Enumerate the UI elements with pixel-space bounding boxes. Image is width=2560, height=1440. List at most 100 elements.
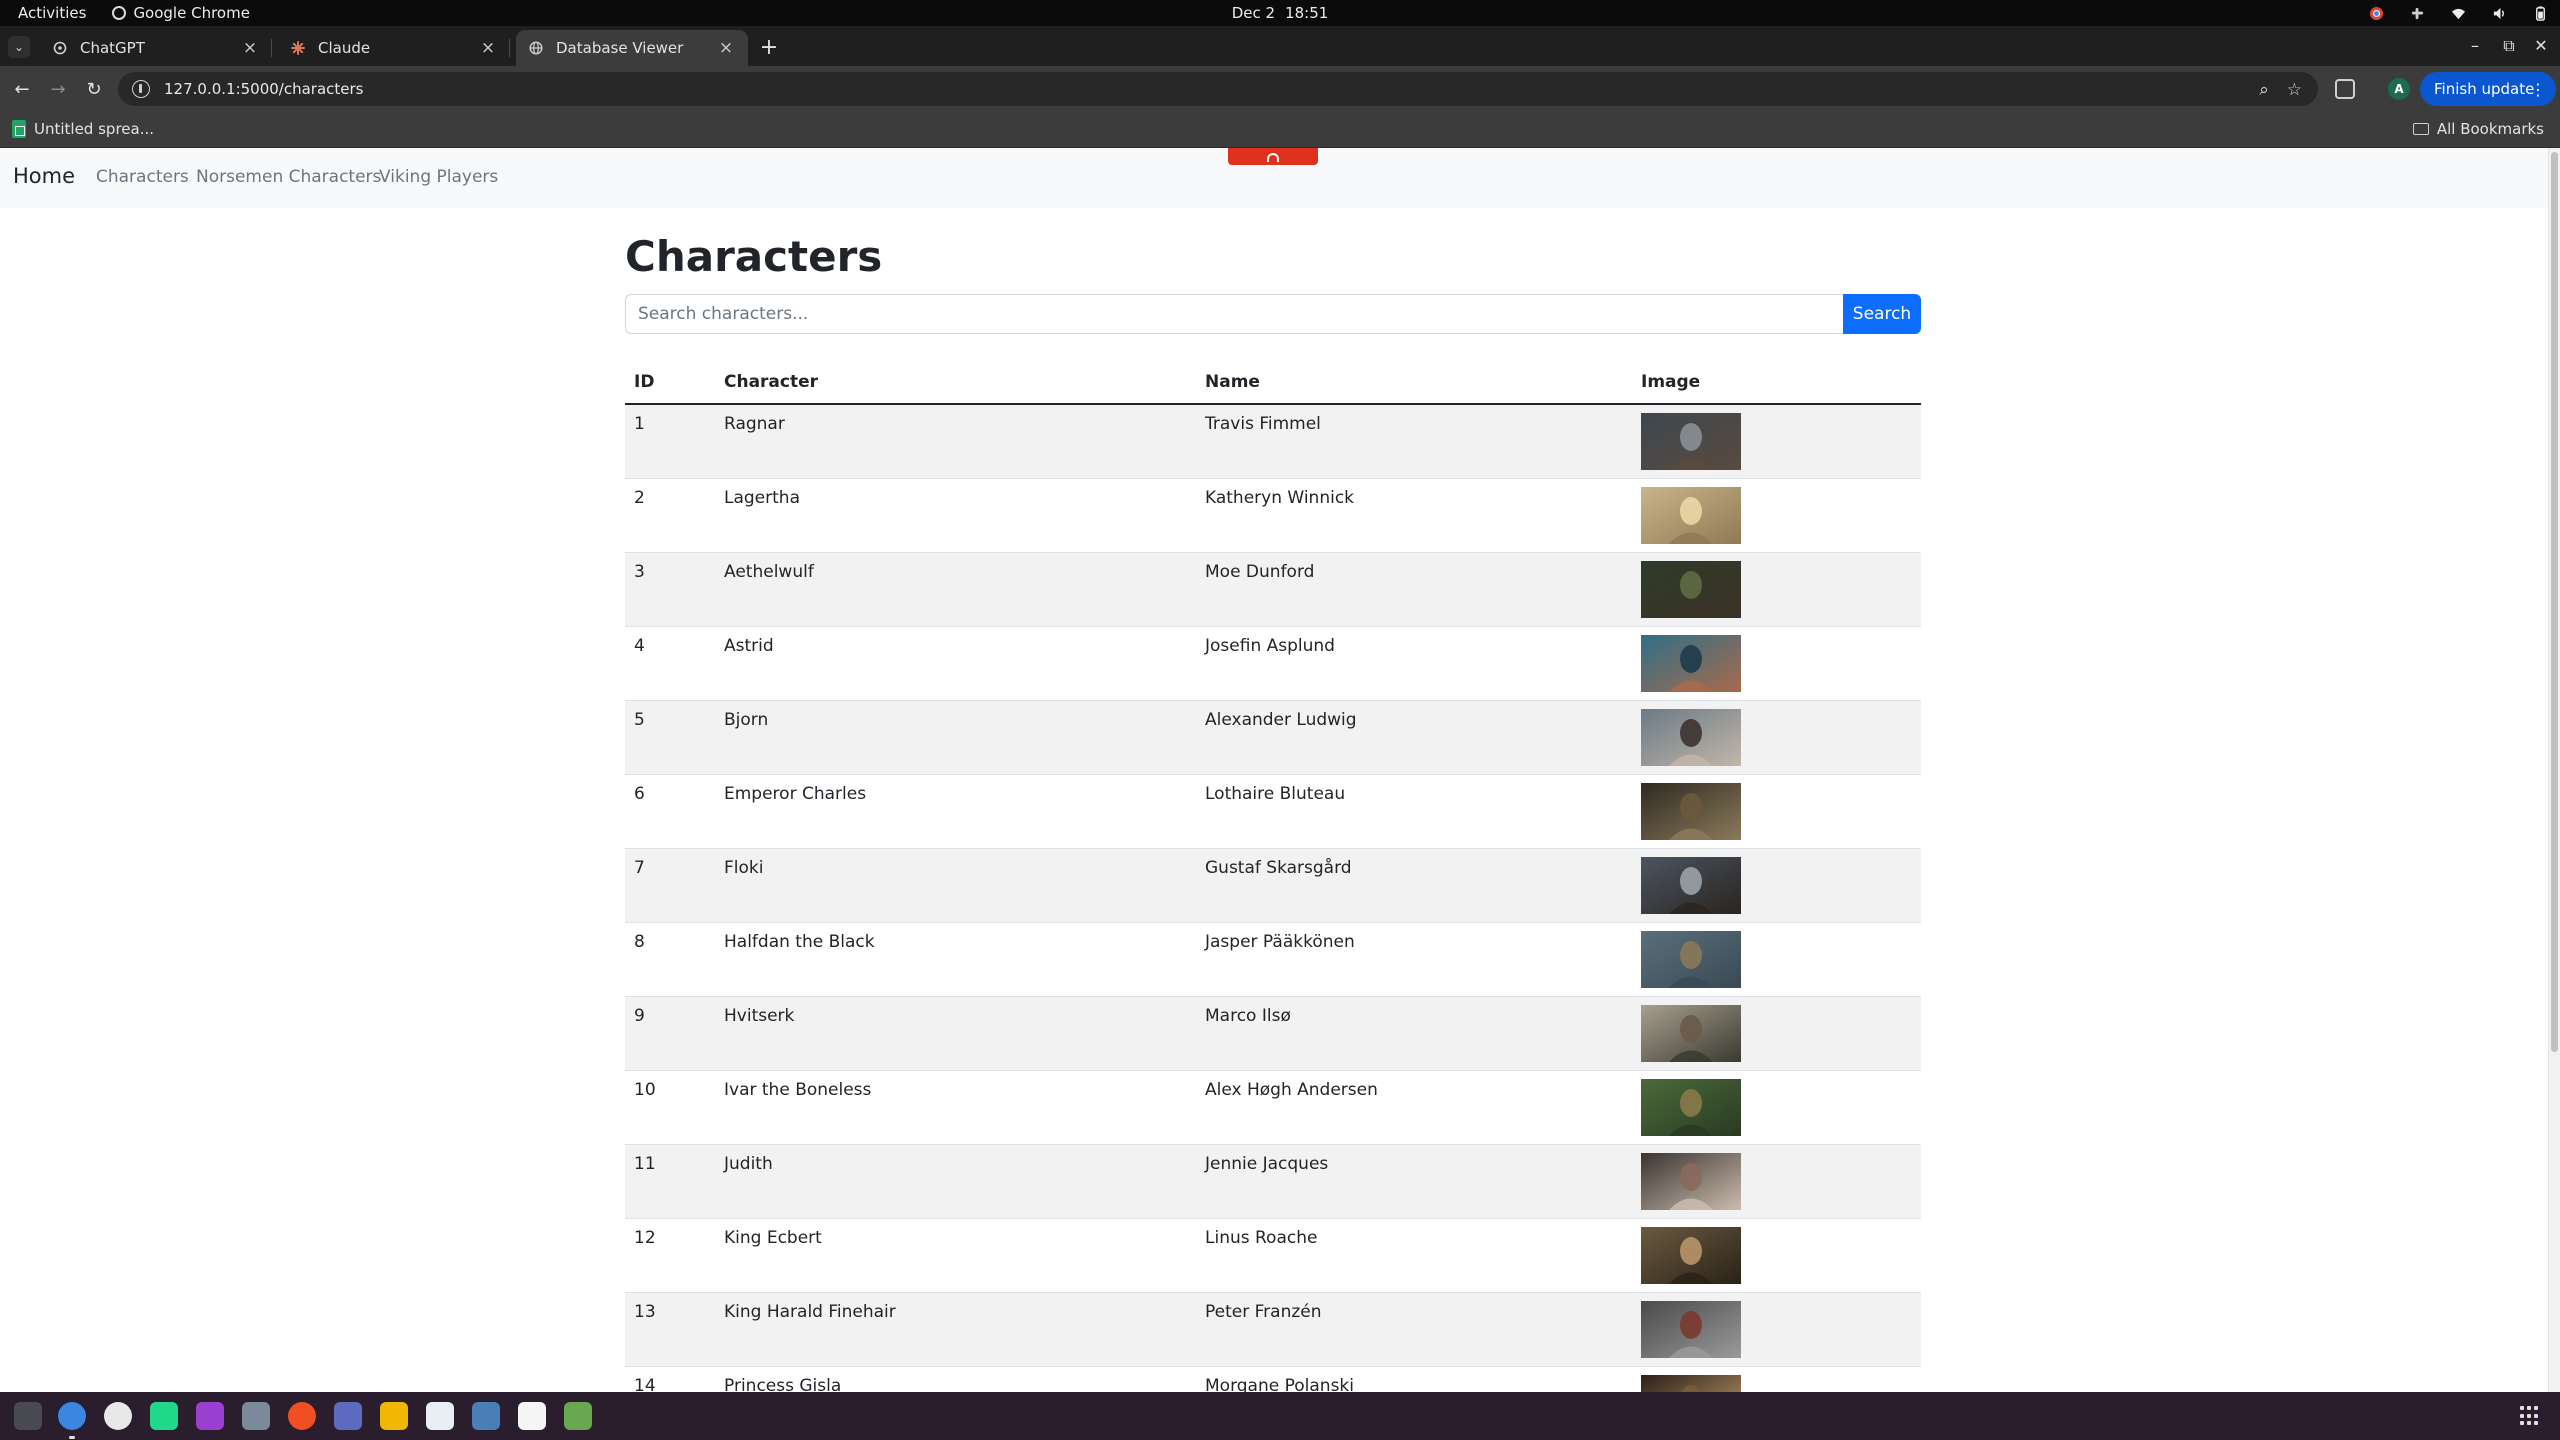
search-form: Search — [625, 294, 1921, 334]
table-row: 13 King Harald Finehair Peter Franzén — [625, 1292, 1921, 1367]
search-input[interactable] — [625, 294, 1843, 334]
chrome-tray-icon[interactable] — [2369, 6, 2384, 21]
folder-icon — [2412, 123, 2429, 135]
page-title: Characters — [625, 232, 883, 281]
tab-claude[interactable]: Claude × — [278, 30, 510, 66]
minimize-button[interactable]: – — [2464, 36, 2486, 55]
cell-image — [1632, 1292, 1921, 1367]
table-row: 11 Judith Jennie Jacques — [625, 1144, 1921, 1219]
forward-button[interactable]: → — [44, 75, 72, 103]
table-row: 1 Ragnar Travis Fimmel — [625, 404, 1921, 479]
profile-avatar[interactable]: A — [2388, 78, 2410, 100]
activities-button[interactable]: Activities — [18, 4, 86, 22]
bookmark-untitled-spreadsheet[interactable]: Untitled sprea... — [12, 120, 154, 138]
close-icon[interactable]: × — [478, 38, 498, 58]
chevron-down-icon: ⌄ — [13, 40, 25, 54]
close-icon: ✕ — [2534, 36, 2548, 55]
cell-id: 12 — [625, 1218, 715, 1293]
cell-image — [1632, 552, 1921, 627]
extensions-icon[interactable] — [2335, 79, 2355, 99]
cell-id: 9 — [625, 996, 715, 1071]
notes-icon[interactable] — [380, 1402, 408, 1430]
close-window-button[interactable]: ✕ — [2530, 36, 2552, 55]
sheets-icon — [12, 120, 26, 138]
wifi-icon[interactable] — [2451, 6, 2466, 21]
table-row: 5 Bjorn Alexander Ludwig — [625, 700, 1921, 775]
pycharm-icon[interactable] — [150, 1402, 178, 1430]
site-info-icon[interactable] — [132, 80, 150, 98]
tab-database-viewer[interactable]: Database Viewer × — [516, 30, 748, 66]
cell-image — [1632, 922, 1921, 997]
taskbar-dock — [0, 1392, 2560, 1440]
close-icon[interactable]: × — [716, 38, 736, 58]
chrome-dock-icon[interactable] — [58, 1402, 86, 1430]
extension-overlay-tab[interactable] — [1228, 148, 1318, 165]
url-text: 127.0.0.1:5000/characters — [164, 80, 364, 98]
page-scrollbar[interactable] — [2548, 148, 2560, 1392]
new-tab-button[interactable]: + — [756, 34, 782, 60]
character-photo — [1641, 930, 1741, 988]
cell-name: Jennie Jacques — [1196, 1144, 1632, 1219]
pgadmin-icon[interactable] — [472, 1402, 500, 1430]
postman-icon[interactable] — [288, 1402, 316, 1430]
maximize-button[interactable]: ⧉ — [2498, 36, 2520, 56]
character-photo — [1641, 856, 1741, 914]
cell-name: Alexander Ludwig — [1196, 700, 1632, 775]
nav-link-norsemen-characters[interactable]: Norsemen Characters — [196, 167, 381, 187]
reload-button[interactable]: ↻ — [80, 75, 108, 103]
cell-id: 1 — [625, 404, 715, 479]
terminal-icon[interactable] — [14, 1402, 42, 1430]
all-bookmarks-button[interactable]: All Bookmarks — [2412, 120, 2544, 138]
character-photo — [1641, 413, 1741, 470]
navbar-brand-home[interactable]: Home — [13, 164, 75, 188]
show-apps-icon[interactable] — [2520, 1406, 2540, 1426]
cell-id: 6 — [625, 774, 715, 849]
app-menu[interactable]: Google Chrome — [112, 4, 250, 22]
address-bar[interactable]: 127.0.0.1:5000/characters ⌕ ☆ — [118, 72, 2318, 106]
trash-icon[interactable] — [564, 1402, 592, 1430]
table-row: 8 Halfdan the Black Jasper Pääkkönen — [625, 922, 1921, 997]
slack-dock-icon[interactable] — [104, 1402, 132, 1430]
cell-id: 13 — [625, 1292, 715, 1367]
chrome-icon — [112, 6, 127, 20]
finish-update-button[interactable]: Finish update ⋮ — [2420, 72, 2556, 106]
cell-character: Princess Gisla — [715, 1366, 1196, 1392]
nav-link-viking-players[interactable]: Viking Players — [379, 167, 498, 187]
cell-image — [1632, 478, 1921, 553]
system-top-bar: Activities Google Chrome Dec 2 18:51 — [0, 0, 2560, 26]
cell-character: Hvitserk — [715, 996, 1196, 1071]
volume-icon[interactable] — [2492, 6, 2507, 21]
clock-time: 18:51 — [1285, 4, 1329, 22]
cell-character: Ivar the Boneless — [715, 1070, 1196, 1145]
zoom-icon[interactable]: ⌕ — [2259, 80, 2269, 100]
bookmark-star-icon[interactable]: ☆ — [2287, 80, 2302, 100]
back-button[interactable]: ← — [8, 75, 36, 103]
text-editor-icon[interactable] — [426, 1402, 454, 1430]
datagrip-icon[interactable] — [196, 1402, 224, 1430]
battery-icon[interactable] — [2533, 5, 2548, 21]
slack-tray-icon[interactable] — [2410, 6, 2425, 21]
nav-link-characters[interactable]: Characters — [96, 167, 189, 187]
cell-character: Emperor Charles — [715, 774, 1196, 849]
cell-image — [1632, 774, 1921, 849]
character-photo — [1641, 1078, 1741, 1136]
close-icon[interactable]: × — [240, 38, 260, 58]
search-button[interactable]: Search — [1843, 294, 1921, 334]
vim-icon[interactable] — [518, 1402, 546, 1430]
character-photo — [1641, 1300, 1741, 1358]
library-icon[interactable] — [334, 1402, 362, 1430]
cell-name: Morgane Polanski — [1196, 1366, 1632, 1392]
kebab-menu-icon: ⋮ — [2530, 79, 2546, 99]
clock[interactable]: Dec 2 18:51 — [0, 0, 2560, 26]
cell-name: Travis Fimmel — [1196, 404, 1632, 479]
cell-character: Judith — [715, 1144, 1196, 1219]
header-id: ID — [625, 360, 715, 405]
cell-image — [1632, 1218, 1921, 1293]
cell-image — [1632, 848, 1921, 923]
bookmark-label: Untitled sprea... — [34, 120, 154, 138]
tab-chatgpt[interactable]: ChatGPT × — [40, 30, 272, 66]
tab-search-button[interactable]: ⌄ — [8, 36, 30, 58]
arrow-left-icon: ← — [14, 78, 30, 100]
files-icon[interactable] — [242, 1402, 270, 1430]
scrollbar-thumb[interactable] — [2551, 152, 2558, 1052]
